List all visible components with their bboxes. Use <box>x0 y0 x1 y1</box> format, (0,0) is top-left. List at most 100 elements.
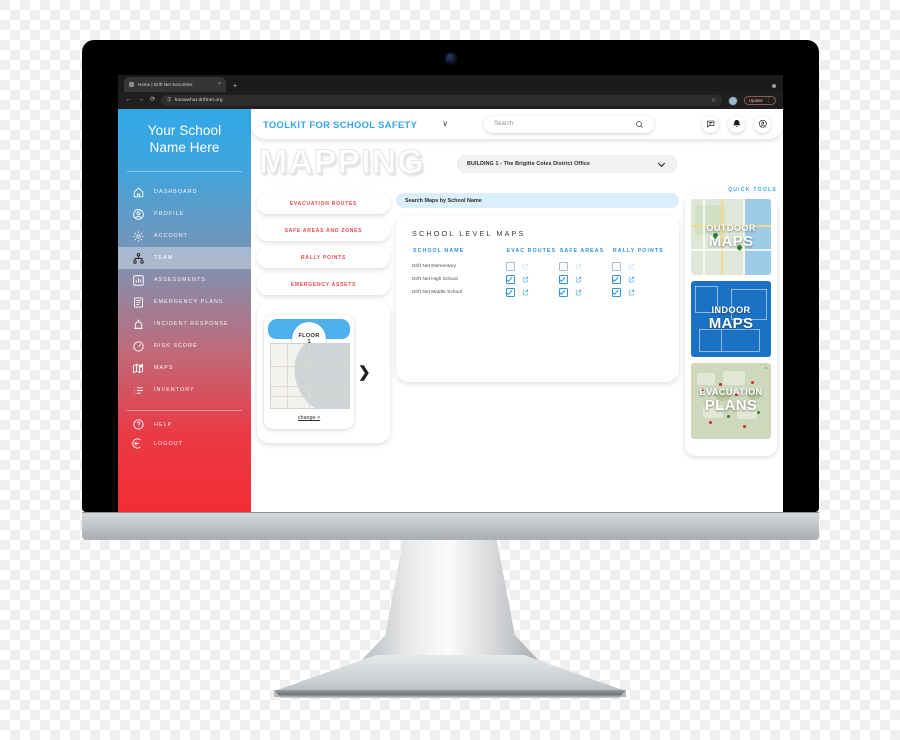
map-road <box>271 386 349 387</box>
bookmark-star-icon[interactable]: ☆ <box>711 98 716 104</box>
next-floor-arrow-icon[interactable]: ❯ <box>358 365 371 380</box>
gauge-icon <box>132 340 145 353</box>
map-north-label: N <box>764 366 767 370</box>
address-bar[interactable]: ⚿ knowwhat.driftnet.org ☆ <box>161 95 722 106</box>
maps-search-placeholder: Search Maps by School Name <box>405 197 482 204</box>
maps-search-input[interactable]: Search Maps by School Name <box>396 193 679 208</box>
open-external-icon[interactable] <box>575 263 582 270</box>
sidebar-footer-divider <box>127 410 242 411</box>
cell-school-name: Drift Net High School <box>412 277 458 282</box>
reload-icon[interactable]: ⟳ <box>150 97 155 104</box>
chevron-down-icon[interactable]: ∨ <box>442 120 448 128</box>
sidebar-item-label: ACCOUNT <box>154 233 189 239</box>
evac-routes-checkbox[interactable] <box>505 262 515 271</box>
open-external-icon[interactable] <box>522 276 529 283</box>
open-external-icon[interactable] <box>628 289 635 296</box>
building-selector[interactable]: BUILDING 1 - The Brigitte Coles District… <box>457 155 677 173</box>
safe-areas-checkbox[interactable] <box>558 275 568 284</box>
sidebar-item-help[interactable]: HELP <box>118 415 251 434</box>
rally-points-button[interactable]: RALLY POINTS <box>257 247 390 268</box>
sidebar-item-profile[interactable]: PROFILE <box>118 203 251 225</box>
sidebar-item-label: RISK SCORE <box>154 343 198 349</box>
chat-icon[interactable] <box>702 115 719 133</box>
evac-routes-checkbox[interactable] <box>505 288 515 297</box>
sidebar-item-team[interactable]: TEAM <box>118 247 251 269</box>
update-button[interactable]: Update ⋮ <box>743 96 776 105</box>
kebab-menu-icon[interactable]: ⋮ <box>766 98 771 103</box>
sidebar-item-maps[interactable]: MAPS <box>118 357 251 379</box>
cell-evac-routes <box>505 273 559 286</box>
browser-tabstrip: Home | Drift Net Securities × + <box>118 75 783 92</box>
sidebar-item-incident-response[interactable]: INCIDENT RESPONSE <box>118 313 251 335</box>
quick-tools-column: OUTDOOR MAPS INDOOR MAPS N EVACUATION PL… <box>685 193 777 456</box>
quick-tools-panel: OUTDOOR MAPS INDOOR MAPS N EVACUATION PL… <box>685 193 777 456</box>
column-header-school-name: SCHOOL NAME <box>413 248 465 254</box>
sidebar-item-account[interactable]: ACCOUNT <box>118 225 251 247</box>
sidebar-item-inventory[interactable]: INVENTORY <box>118 379 251 401</box>
cell-safe-areas <box>558 286 612 299</box>
app-root: Your School Name Here DASHBOARD PROFILE <box>118 109 783 515</box>
rally-points-checkbox[interactable] <box>611 262 621 271</box>
window-controls-icon[interactable] <box>772 84 776 88</box>
floor-card[interactable]: FLOOR 1 change > <box>264 315 354 429</box>
evac-routes-checkbox[interactable] <box>505 275 515 284</box>
sidebar-item-label: ASSESSMENTS <box>154 277 206 283</box>
cell-evac-routes <box>505 286 559 299</box>
school-maps-table: SCHOOL NAME EVAC ROUTES SAFE AREAS RALLY… <box>412 247 665 299</box>
open-external-icon[interactable] <box>522 263 529 270</box>
search-input[interactable]: Search <box>484 115 655 133</box>
evacuation-plans-tile[interactable]: N EVACUATION PLANS <box>691 363 771 439</box>
sidebar-item-label: INVENTORY <box>154 387 195 393</box>
outdoor-maps-tile[interactable]: OUTDOOR MAPS <box>691 199 771 275</box>
monitor-stand-base-shadow <box>274 690 626 698</box>
back-icon[interactable]: ← <box>125 97 132 104</box>
button-label: SAFE AREAS AND ZONES <box>284 227 363 234</box>
emergency-assets-button[interactable]: EMERGENCY ASSETS <box>257 274 390 295</box>
gear-icon <box>132 230 145 243</box>
sidebar-item-risk-score[interactable]: RISK SCORE <box>118 335 251 357</box>
browser-chrome: Home | Drift Net Securities × + ← → ⟳ ⚿ … <box>118 75 783 109</box>
sidebar-item-label: LOGOUT <box>154 440 184 447</box>
change-floor-link[interactable]: change > <box>264 406 354 424</box>
search-icon <box>636 120 643 128</box>
clipboard-icon <box>132 296 145 309</box>
open-external-icon[interactable] <box>575 276 582 283</box>
change-floor-label: change > <box>297 415 321 421</box>
button-label: EMERGENCY ASSETS <box>290 281 357 288</box>
browser-omnibar: ← → ⟳ ⚿ knowwhat.driftnet.org ☆ Update ⋮ <box>118 92 783 109</box>
sidebar-item-assessments[interactable]: ASSESSMENTS <box>118 269 251 291</box>
update-label: Update <box>748 98 763 103</box>
bell-icon[interactable] <box>728 115 745 133</box>
evacuation-routes-button[interactable]: EVACUATION ROUTES <box>257 193 390 214</box>
browser-tab[interactable]: Home | Drift Net Securities × <box>124 77 226 92</box>
new-tab-button[interactable]: + <box>233 83 237 90</box>
column-header-rally-points: RALLY POINTS <box>612 248 664 254</box>
open-external-icon[interactable] <box>628 276 635 283</box>
rally-points-checkbox[interactable] <box>611 288 621 297</box>
open-external-icon[interactable] <box>575 289 582 296</box>
sidebar-item-logout[interactable]: LOGOUT <box>118 434 251 453</box>
org-chart-icon <box>132 252 145 265</box>
indoor-maps-tile[interactable]: INDOOR MAPS <box>691 281 771 357</box>
safe-areas-checkbox[interactable] <box>558 262 568 271</box>
column-header-safe-areas: SAFE AREAS <box>559 248 605 254</box>
browser-profile-avatar[interactable] <box>727 95 738 106</box>
forward-icon[interactable]: → <box>138 97 145 104</box>
safe-areas-and-zones-button[interactable]: SAFE AREAS AND ZONES <box>257 220 390 241</box>
open-external-icon[interactable] <box>628 263 635 270</box>
monitor-bezel: Home | Drift Net Securities × + ← → ⟳ ⚿ … <box>82 40 819 515</box>
search-placeholder: Search <box>494 121 514 127</box>
cell-school-name: Drift Net Middle School <box>412 290 463 295</box>
tile-line-2: MAPS <box>708 232 754 250</box>
tile-line-2: MAPS <box>708 314 754 332</box>
account-icon[interactable] <box>754 115 771 133</box>
table-row: Drift Net High School <box>412 273 665 286</box>
sidebar-item-label: HELP <box>154 421 173 428</box>
sidebar-item-emergency-plans[interactable]: EMERGENCY PLANS <box>118 291 251 313</box>
map-pin-icon <box>132 362 145 375</box>
open-external-icon[interactable] <box>522 289 529 296</box>
rally-points-checkbox[interactable] <box>611 275 621 284</box>
sidebar-item-dashboard[interactable]: DASHBOARD <box>118 181 251 203</box>
close-icon[interactable]: × <box>218 82 221 87</box>
safe-areas-checkbox[interactable] <box>558 288 568 297</box>
